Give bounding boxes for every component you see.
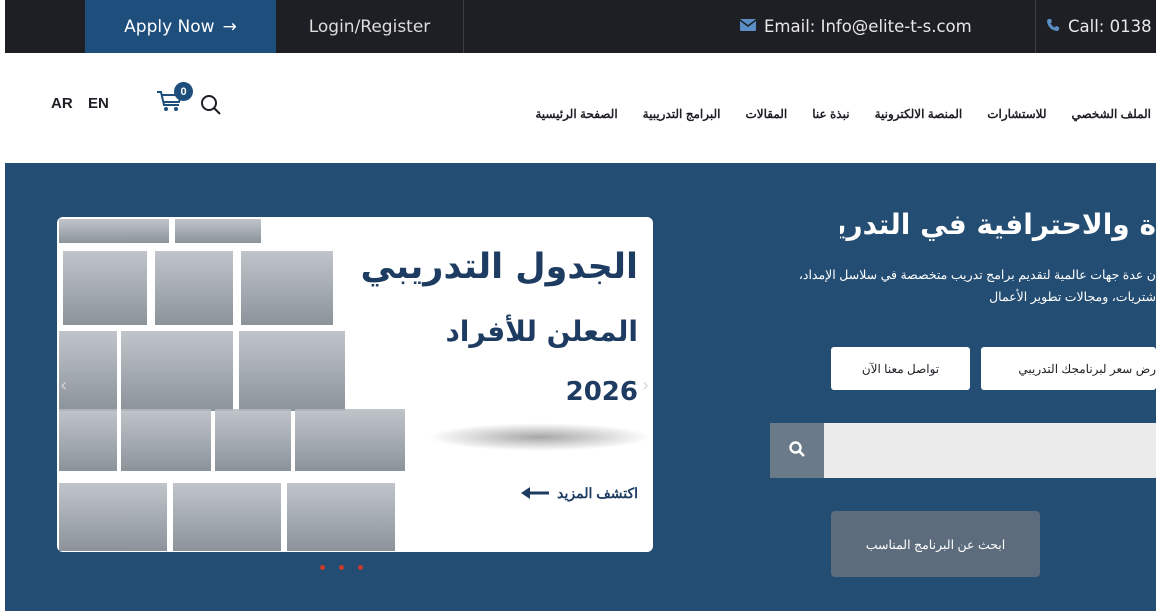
hero-description-line: شتريات، ومجالات تطوير الأعمال — [989, 290, 1156, 304]
nav-item-training-programs[interactable]: البرامج التدريبية — [643, 107, 721, 121]
training-photo — [287, 483, 395, 551]
phone-contact[interactable]: Call: 0138 — [1046, 0, 1156, 53]
envelope-icon — [739, 18, 757, 35]
training-photo — [173, 483, 281, 551]
hero-description: ن عدة جهات عالمية لتقديم برامج تدريب متخ… — [780, 264, 1156, 308]
program-search-input[interactable] — [770, 423, 1156, 478]
arrow-right-icon: → — [222, 16, 237, 37]
find-program-button[interactable]: ابحث عن البرنامج المناسب — [831, 511, 1040, 577]
language-en-link[interactable]: EN — [88, 95, 109, 112]
cart-count-badge: 0 — [174, 82, 193, 101]
nav-item-articles[interactable]: المقالات — [745, 107, 787, 121]
training-photo — [215, 409, 291, 471]
training-photo — [175, 219, 261, 243]
slide-shadow-decoration — [427, 423, 652, 451]
slider-dot[interactable] — [358, 565, 363, 570]
training-photo — [63, 251, 147, 325]
discover-more-label: اكتشف المزيد — [557, 485, 638, 501]
search-icon — [789, 440, 805, 461]
search-icon[interactable] — [199, 93, 223, 117]
nav-item-about[interactable]: نبذة عنا — [812, 107, 849, 121]
training-photo — [121, 409, 211, 471]
main-nav: الصفحة الرئيسية البرامج التدريبية المقال… — [535, 107, 1151, 121]
discover-more-link[interactable]: اكتشف المزيد — [521, 485, 638, 502]
hero-slider[interactable]: الجدول التدريبي المعلن للأفراد 2026 اكتش… — [57, 217, 653, 552]
nav-item-profile[interactable]: الملف الشخصي — [1071, 107, 1151, 121]
slider-dots — [320, 565, 363, 570]
training-photo — [241, 251, 333, 325]
request-quote-button[interactable]: رض سعر لبرنامجك التدريبي — [981, 347, 1156, 390]
email-contact[interactable]: Email: Info@elite-t-s.com — [739, 0, 972, 53]
nav-item-home[interactable]: الصفحة الرئيسية — [535, 107, 617, 121]
training-photo — [295, 409, 405, 471]
training-photo — [59, 483, 167, 551]
hero-title: ة والاحترافية في التدريب — [840, 208, 1156, 241]
training-photo — [239, 331, 345, 411]
slider-next-arrow[interactable]: › — [642, 375, 649, 396]
slide-year: 2026 — [565, 377, 638, 407]
slide-title: الجدول التدريبي — [360, 247, 638, 287]
slide-subtitle: المعلن للأفراد — [445, 315, 638, 348]
search-button[interactable] — [770, 423, 824, 478]
training-photo — [121, 331, 233, 411]
training-photo — [155, 251, 233, 325]
training-photo — [59, 219, 169, 243]
topbar-divider — [1035, 0, 1036, 53]
nav-item-consultations[interactable]: للاستشارات — [987, 107, 1046, 121]
language-ar-link[interactable]: AR — [51, 95, 73, 112]
arrow-left-icon — [521, 486, 550, 502]
slider-dot[interactable] — [320, 565, 325, 570]
training-photo — [59, 409, 117, 471]
training-photo — [59, 331, 117, 411]
nav-item-e-platform[interactable]: المنصة الالكترونية — [875, 107, 963, 121]
login-register-link[interactable]: Login/Register — [276, 0, 464, 53]
apply-now-button[interactable]: Apply Now → — [85, 0, 276, 53]
hero-description-line: ن عدة جهات عالمية لتقديم برامج تدريب متخ… — [798, 268, 1156, 282]
slider-prev-arrow[interactable]: ‹ — [60, 375, 67, 396]
login-register-label: Login/Register — [308, 16, 431, 37]
slider-dot[interactable] — [339, 565, 344, 570]
email-label: Email: Info@elite-t-s.com — [764, 17, 972, 36]
contact-us-button[interactable]: تواصل معنا الآن — [831, 347, 970, 390]
call-label: Call: 0138 — [1068, 17, 1152, 36]
phone-icon — [1046, 18, 1060, 36]
apply-now-label: Apply Now — [124, 16, 215, 37]
